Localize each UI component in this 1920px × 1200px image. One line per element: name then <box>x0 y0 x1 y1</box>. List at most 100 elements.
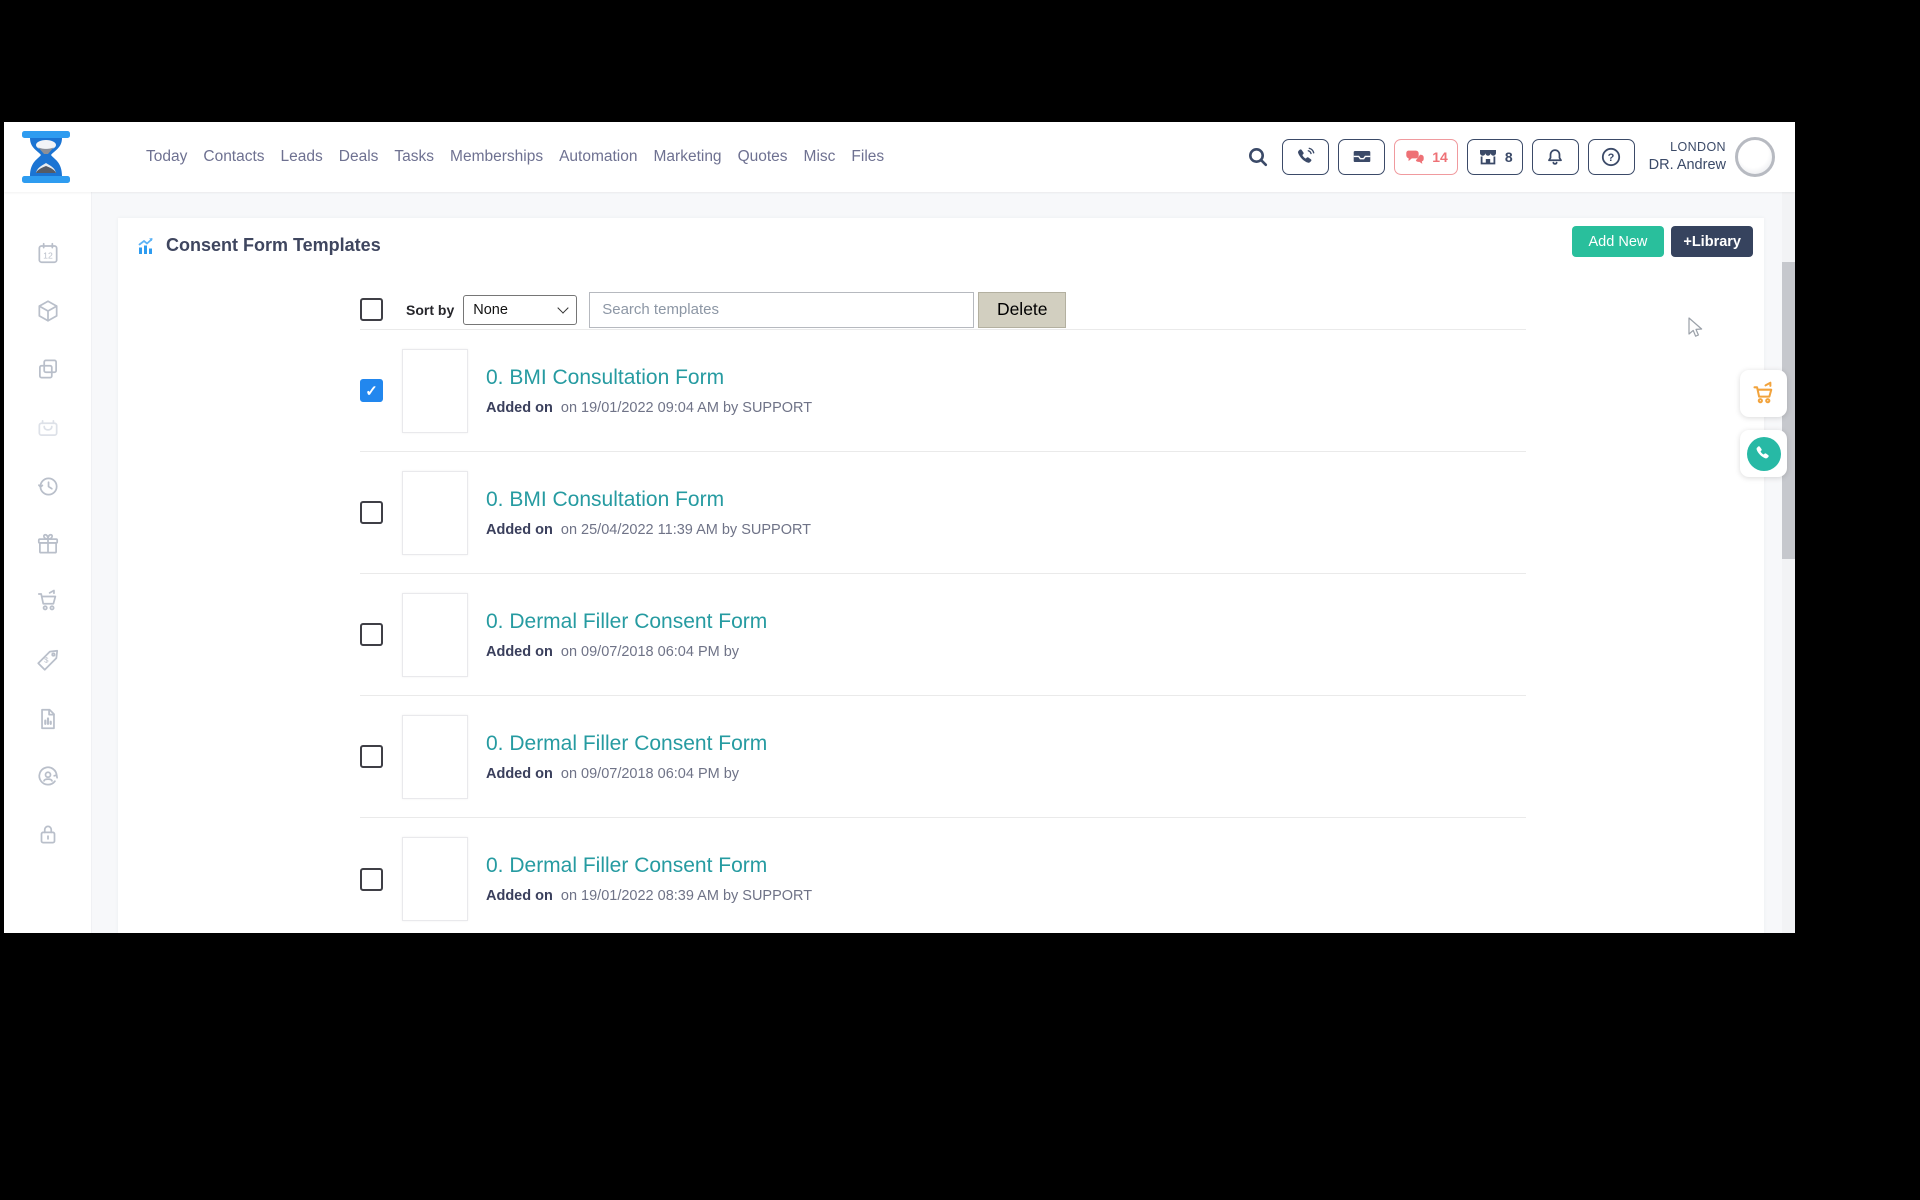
template-title-link[interactable]: 0. Dermal Filler Consent Form <box>486 732 767 756</box>
template-title-link[interactable]: 0. BMI Consultation Form <box>486 488 811 512</box>
calendar-icon[interactable]: 12 <box>35 240 61 266</box>
price-tag-icon[interactable]: $ <box>35 647 61 673</box>
scrollbar-track <box>1782 192 1795 933</box>
added-on-label: Added on <box>486 644 553 660</box>
nav-item-quotes[interactable]: Quotes <box>738 148 788 166</box>
chevron-down-icon <box>558 302 569 313</box>
library-button-label: Library <box>1692 234 1741 250</box>
template-row: 0. Dermal Filler Consent Form Added on on… <box>360 696 1526 818</box>
nav-item-memberships[interactable]: Memberships <box>450 148 543 166</box>
nav-item-files[interactable]: Files <box>851 148 884 166</box>
nav-item-leads[interactable]: Leads <box>281 148 323 166</box>
templates-card: Consent Form Templates Add New +Library … <box>118 218 1764 933</box>
copy-icon[interactable] <box>35 356 61 382</box>
added-meta-text: on 09/07/2018 06:04 PM by <box>561 644 739 660</box>
chat-bubbles-icon <box>1404 146 1426 168</box>
message-count-badge: 14 <box>1432 149 1448 165</box>
user-meta: LONDON DR. Andrew <box>1649 139 1726 174</box>
added-meta-text: on 25/04/2022 11:39 AM by SUPPORT <box>561 522 811 538</box>
user-name: DR. Andrew <box>1649 156 1726 175</box>
phone-icon <box>1295 146 1317 168</box>
template-thumbnail[interactable] <box>402 349 468 433</box>
template-thumbnail[interactable] <box>402 837 468 921</box>
nav-item-misc[interactable]: Misc <box>804 148 836 166</box>
search-icon[interactable] <box>1246 145 1270 169</box>
template-added-meta: Added on on 09/07/2018 06:04 PM by <box>486 644 767 660</box>
template-thumbnail[interactable] <box>402 593 468 677</box>
row-checkbox[interactable]: ✓ <box>360 379 383 402</box>
page-title-text: Consent Form Templates <box>166 235 381 256</box>
sort-by-label: Sort by <box>406 302 454 318</box>
template-row: 0. BMI Consultation Form Added on on 25/0… <box>360 452 1526 574</box>
left-sidebar: 12 $ <box>4 192 92 933</box>
list-controls: Sort by None Delete <box>360 290 1526 330</box>
report-icon[interactable] <box>35 706 61 732</box>
delete-button[interactable]: Delete <box>978 292 1066 328</box>
content-area: Consent Form Templates Add New +Library … <box>92 192 1795 933</box>
phone-button[interactable] <box>1282 139 1329 175</box>
header-actions: 14 8 ? <box>1246 122 1775 192</box>
add-new-button[interactable]: Add New <box>1572 226 1665 257</box>
nav-item-automation[interactable]: Automation <box>559 148 637 166</box>
template-title-link[interactable]: 0. Dermal Filler Consent Form <box>486 610 767 634</box>
template-added-meta: Added on on 19/01/2022 09:04 AM by SUPPO… <box>486 400 812 416</box>
added-on-label: Added on <box>486 400 553 416</box>
row-checkbox[interactable] <box>360 745 383 768</box>
lock-icon[interactable] <box>35 821 61 847</box>
call-floating-button[interactable] <box>1740 430 1787 477</box>
nav-item-tasks[interactable]: Tasks <box>394 148 434 166</box>
avatar[interactable] <box>1735 137 1775 177</box>
app-logo-icon[interactable] <box>20 129 72 190</box>
added-meta-text: on 19/01/2022 08:39 AM by SUPPORT <box>561 888 812 904</box>
template-thumbnail[interactable] <box>402 715 468 799</box>
cart-icon[interactable] <box>35 588 61 614</box>
template-list: Sort by None Delete ✓ 0. BMI Consultation… <box>360 290 1526 933</box>
template-row: ✓ 0. BMI Consultation Form Added on on 19/… <box>360 330 1526 452</box>
row-checkbox[interactable] <box>360 501 383 524</box>
added-meta-text: on 09/07/2018 06:04 PM by <box>561 766 739 782</box>
basket-icon[interactable] <box>35 414 61 440</box>
nav-item-deals[interactable]: Deals <box>339 148 379 166</box>
nav-item-today[interactable]: Today <box>146 148 187 166</box>
inbox-icon <box>1351 146 1373 168</box>
added-on-label: Added on <box>486 766 553 782</box>
main-nav: Today Contacts Leads Deals Tasks Memberships A… <box>146 122 884 192</box>
plus-icon: + <box>1683 234 1691 250</box>
storefront-icon <box>1477 146 1499 168</box>
row-checkbox[interactable] <box>360 868 383 891</box>
template-added-meta: Added on on 09/07/2018 06:04 PM by <box>486 766 767 782</box>
page-actions: Add New +Library <box>1572 226 1753 257</box>
app-window: Today Contacts Leads Deals Tasks Memberships A… <box>4 122 1795 933</box>
template-added-meta: Added on on 25/04/2022 11:39 AM by SUPPO… <box>486 522 811 538</box>
svg-text:12: 12 <box>43 250 53 260</box>
template-thumbnail[interactable] <box>402 471 468 555</box>
row-checkbox[interactable] <box>360 623 383 646</box>
sort-select-value: None <box>473 302 508 318</box>
shop-button[interactable]: 8 <box>1467 139 1523 175</box>
added-meta-text: on 19/01/2022 09:04 AM by SUPPORT <box>561 400 812 416</box>
template-title-link[interactable]: 0. BMI Consultation Form <box>486 366 812 390</box>
cart-floating-button[interactable] <box>1740 370 1787 417</box>
account-sync-icon[interactable] <box>35 763 61 789</box>
svg-text:$: $ <box>44 656 49 665</box>
template-title-link[interactable]: 0. Dermal Filler Consent Form <box>486 854 812 878</box>
order-count-badge: 8 <box>1505 149 1513 165</box>
template-added-meta: Added on on 19/01/2022 08:39 AM by SUPPO… <box>486 888 812 904</box>
inbox-button[interactable] <box>1338 139 1385 175</box>
page-title: Consent Form Templates <box>136 235 381 256</box>
history-icon[interactable] <box>35 473 61 499</box>
user-location: LONDON <box>1649 139 1726 155</box>
nav-item-contacts[interactable]: Contacts <box>203 148 264 166</box>
package-icon[interactable] <box>35 298 61 324</box>
notifications-button[interactable] <box>1532 139 1579 175</box>
library-button[interactable]: +Library <box>1671 226 1753 257</box>
top-header: Today Contacts Leads Deals Tasks Memberships A… <box>4 122 1795 192</box>
nav-item-marketing[interactable]: Marketing <box>654 148 722 166</box>
select-all-checkbox[interactable] <box>360 298 383 321</box>
gift-icon[interactable] <box>35 531 61 557</box>
sort-select[interactable]: None <box>463 295 577 325</box>
phone-circle-icon <box>1747 437 1781 471</box>
search-templates-input[interactable] <box>589 292 974 328</box>
help-button[interactable]: ? <box>1588 139 1635 175</box>
messages-button[interactable]: 14 <box>1394 139 1458 175</box>
